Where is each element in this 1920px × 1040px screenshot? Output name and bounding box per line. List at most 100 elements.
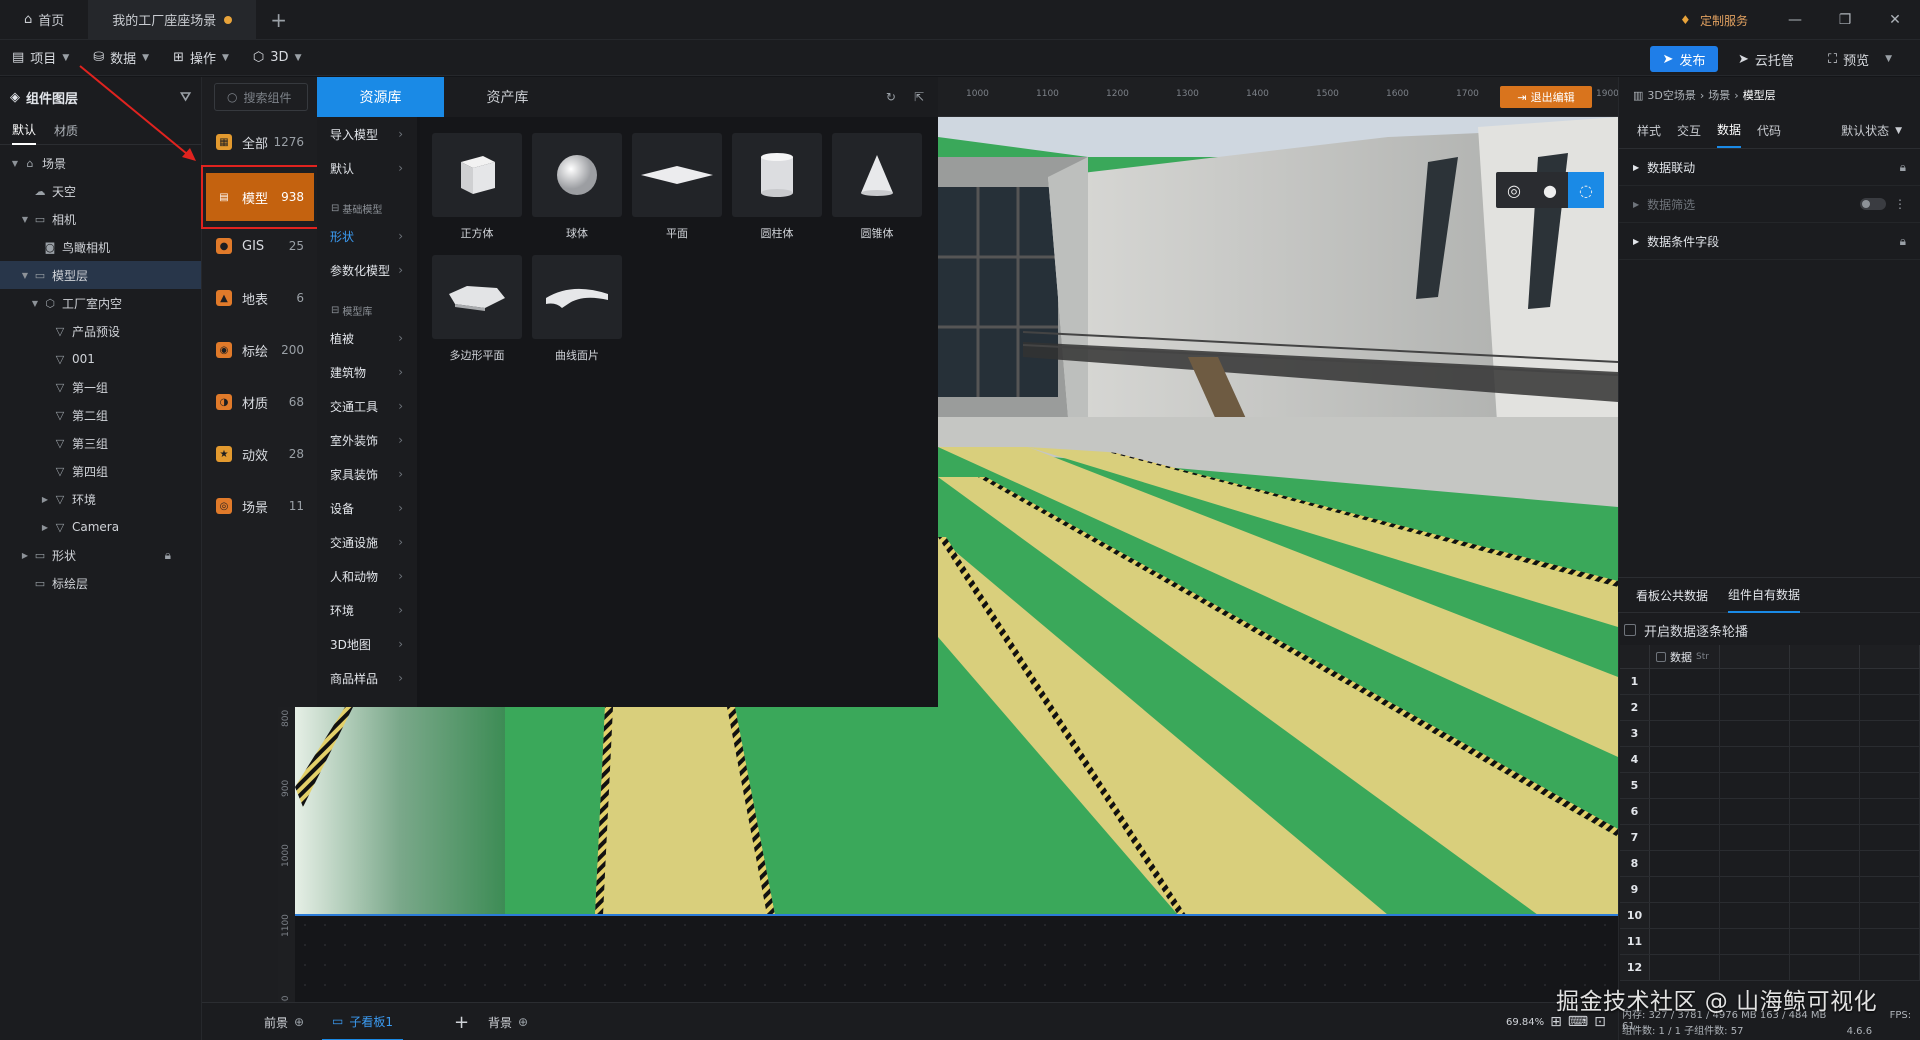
table-cell[interactable]: [1650, 669, 1720, 694]
checkbox[interactable]: [1624, 624, 1636, 636]
table-cell[interactable]: [1790, 721, 1860, 746]
table-cell[interactable]: [1790, 799, 1860, 824]
table-cell[interactable]: [1860, 851, 1920, 876]
breadcrumb-item[interactable]: 模型层: [1743, 87, 1776, 103]
subcategory-item[interactable]: 建筑物 ›: [317, 355, 417, 389]
subcategory-item[interactable]: 植被 ›: [317, 321, 417, 355]
category-item[interactable]: ▲ 地表 6: [206, 276, 314, 320]
shape-card[interactable]: 圆柱体: [732, 133, 822, 245]
table-cell[interactable]: [1860, 877, 1920, 902]
breadcrumb-item[interactable]: 3D空场景: [1647, 87, 1695, 103]
subcategory-item[interactable]: 默认 ›: [317, 151, 417, 185]
background-button[interactable]: 背景 ⊕: [488, 1003, 528, 1040]
fit-icon[interactable]: ⊞: [1550, 1014, 1562, 1030]
table-cell[interactable]: [1790, 929, 1860, 954]
custom-service-button[interactable]: ♦ 定制服务: [1670, 6, 1760, 34]
tab-project[interactable]: 我的工厂座座场景: [88, 0, 257, 40]
tree-item[interactable]: ▽ 第三组: [0, 429, 201, 457]
table-cell[interactable]: [1790, 955, 1860, 980]
tree-item[interactable]: ☁ 天空: [0, 177, 201, 205]
search-input[interactable]: ○ 搜索组件: [214, 83, 308, 111]
publish-button[interactable]: ➤ 发布: [1650, 46, 1718, 72]
grid-header-cell[interactable]: [1720, 645, 1790, 668]
caret-right-icon[interactable]: ▶: [18, 551, 32, 560]
category-item[interactable]: ◎ 场景 11: [206, 484, 314, 528]
table-cell[interactable]: [1720, 747, 1790, 772]
category-item[interactable]: ◉ 标绘 200: [206, 328, 314, 372]
table-cell[interactable]: [1790, 825, 1860, 850]
shape-card[interactable]: 平面: [632, 133, 722, 245]
table-cell[interactable]: [1720, 929, 1790, 954]
subcategory-item[interactable]: 家具装饰 ›: [317, 457, 417, 491]
refresh-icon[interactable]: ↻: [886, 90, 896, 104]
table-cell[interactable]: [1790, 903, 1860, 928]
tree-item[interactable]: ◙ 鸟瞰相机: [0, 233, 201, 261]
table-cell[interactable]: [1650, 695, 1720, 720]
table-cell[interactable]: [1720, 773, 1790, 798]
3d-viewport[interactable]: [938, 117, 1618, 915]
tab-data[interactable]: 数据: [1717, 113, 1742, 148]
lock-icon[interactable]: 🔒︎: [1900, 234, 1906, 249]
add-circle-icon[interactable]: ⊕: [294, 1015, 304, 1029]
table-cell[interactable]: [1720, 825, 1790, 850]
subcategory-item[interactable]: 商品样品 ›: [317, 661, 417, 695]
tab-style[interactable]: 样式: [1637, 114, 1661, 147]
caret-down-icon[interactable]: ▼: [18, 215, 32, 224]
table-cell[interactable]: [1650, 877, 1720, 902]
tree-item[interactable]: ▶ ▽ Camera: [0, 513, 201, 541]
subcategory-item[interactable]: 人和动物 ›: [317, 559, 417, 593]
popout-icon[interactable]: ⇱: [914, 90, 924, 104]
tree-item[interactable]: ▶ ▭ 形状 🔒︎: [0, 541, 201, 569]
table-cell[interactable]: [1650, 747, 1720, 772]
grid-header-cell[interactable]: [1860, 645, 1920, 668]
tab-board-public-data[interactable]: 看板公共数据: [1636, 579, 1708, 612]
table-cell[interactable]: [1720, 877, 1790, 902]
keyboard-icon[interactable]: ⌨: [1568, 1014, 1588, 1030]
table-cell[interactable]: [1860, 825, 1920, 850]
shape-card[interactable]: 正方体: [432, 133, 522, 245]
carousel-checkbox[interactable]: 开启数据逐条轮播: [1624, 618, 1748, 642]
table-cell[interactable]: [1790, 669, 1860, 694]
table-cell[interactable]: [1720, 721, 1790, 746]
cloud-hosting-button[interactable]: ➤ 云托管: [1738, 46, 1794, 72]
shape-card[interactable]: 多边形平面: [432, 255, 522, 367]
orbit-icon[interactable]: ◌: [1568, 172, 1604, 208]
grid-header-cell[interactable]: 数据 Str: [1650, 645, 1720, 668]
table-cell[interactable]: [1650, 955, 1720, 980]
table-cell[interactable]: [1720, 799, 1790, 824]
add-tab-button[interactable]: +: [256, 8, 301, 32]
subcategory-item[interactable]: 导入模型 ›: [317, 117, 417, 151]
caret-right-icon[interactable]: ▶: [38, 495, 52, 504]
shape-card[interactable]: 球体: [532, 133, 622, 245]
subcategory-item[interactable]: 室外装饰 ›: [317, 423, 417, 457]
tab-interaction[interactable]: 交互: [1677, 114, 1701, 147]
subcategory-item[interactable]: 环境 ›: [317, 593, 417, 627]
minimize-icon[interactable]: —: [1770, 0, 1820, 40]
table-cell[interactable]: [1650, 929, 1720, 954]
table-cell[interactable]: [1860, 903, 1920, 928]
breadcrumb-item[interactable]: 场景: [1708, 87, 1730, 103]
collapse-icon[interactable]: ⊟: [331, 203, 339, 214]
subcategory-item[interactable]: 交通工具 ›: [317, 389, 417, 423]
preview-button[interactable]: ⛶ 预览 ▼: [1828, 46, 1892, 72]
table-cell[interactable]: [1720, 669, 1790, 694]
table-cell[interactable]: [1860, 695, 1920, 720]
tree-item[interactable]: ▶ ▽ 环境: [0, 485, 201, 513]
state-select[interactable]: 默认状态 ▼: [1841, 114, 1902, 147]
caret-right-icon[interactable]: ▶: [38, 523, 52, 532]
add-board-button[interactable]: +: [454, 1003, 469, 1040]
lock-icon[interactable]: 🔒︎: [165, 548, 171, 563]
exit-edit-button[interactable]: ⇥ 退出编辑: [1500, 86, 1592, 108]
tree-item[interactable]: ▼ ▭ 相机: [0, 205, 201, 233]
collapse-icon[interactable]: ⊟: [331, 305, 339, 316]
table-cell[interactable]: [1860, 799, 1920, 824]
lock-icon[interactable]: 🔒︎: [1900, 160, 1906, 175]
table-cell[interactable]: [1860, 929, 1920, 954]
table-cell[interactable]: [1860, 721, 1920, 746]
foreground-button[interactable]: 前景 ⊕: [264, 1003, 304, 1040]
table-cell[interactable]: [1790, 773, 1860, 798]
table-cell[interactable]: [1720, 695, 1790, 720]
category-item[interactable]: ● GIS 25: [206, 224, 314, 268]
tree-item[interactable]: ▼ ▭ 模型层: [0, 261, 201, 289]
grid-header-cell[interactable]: [1790, 645, 1860, 668]
